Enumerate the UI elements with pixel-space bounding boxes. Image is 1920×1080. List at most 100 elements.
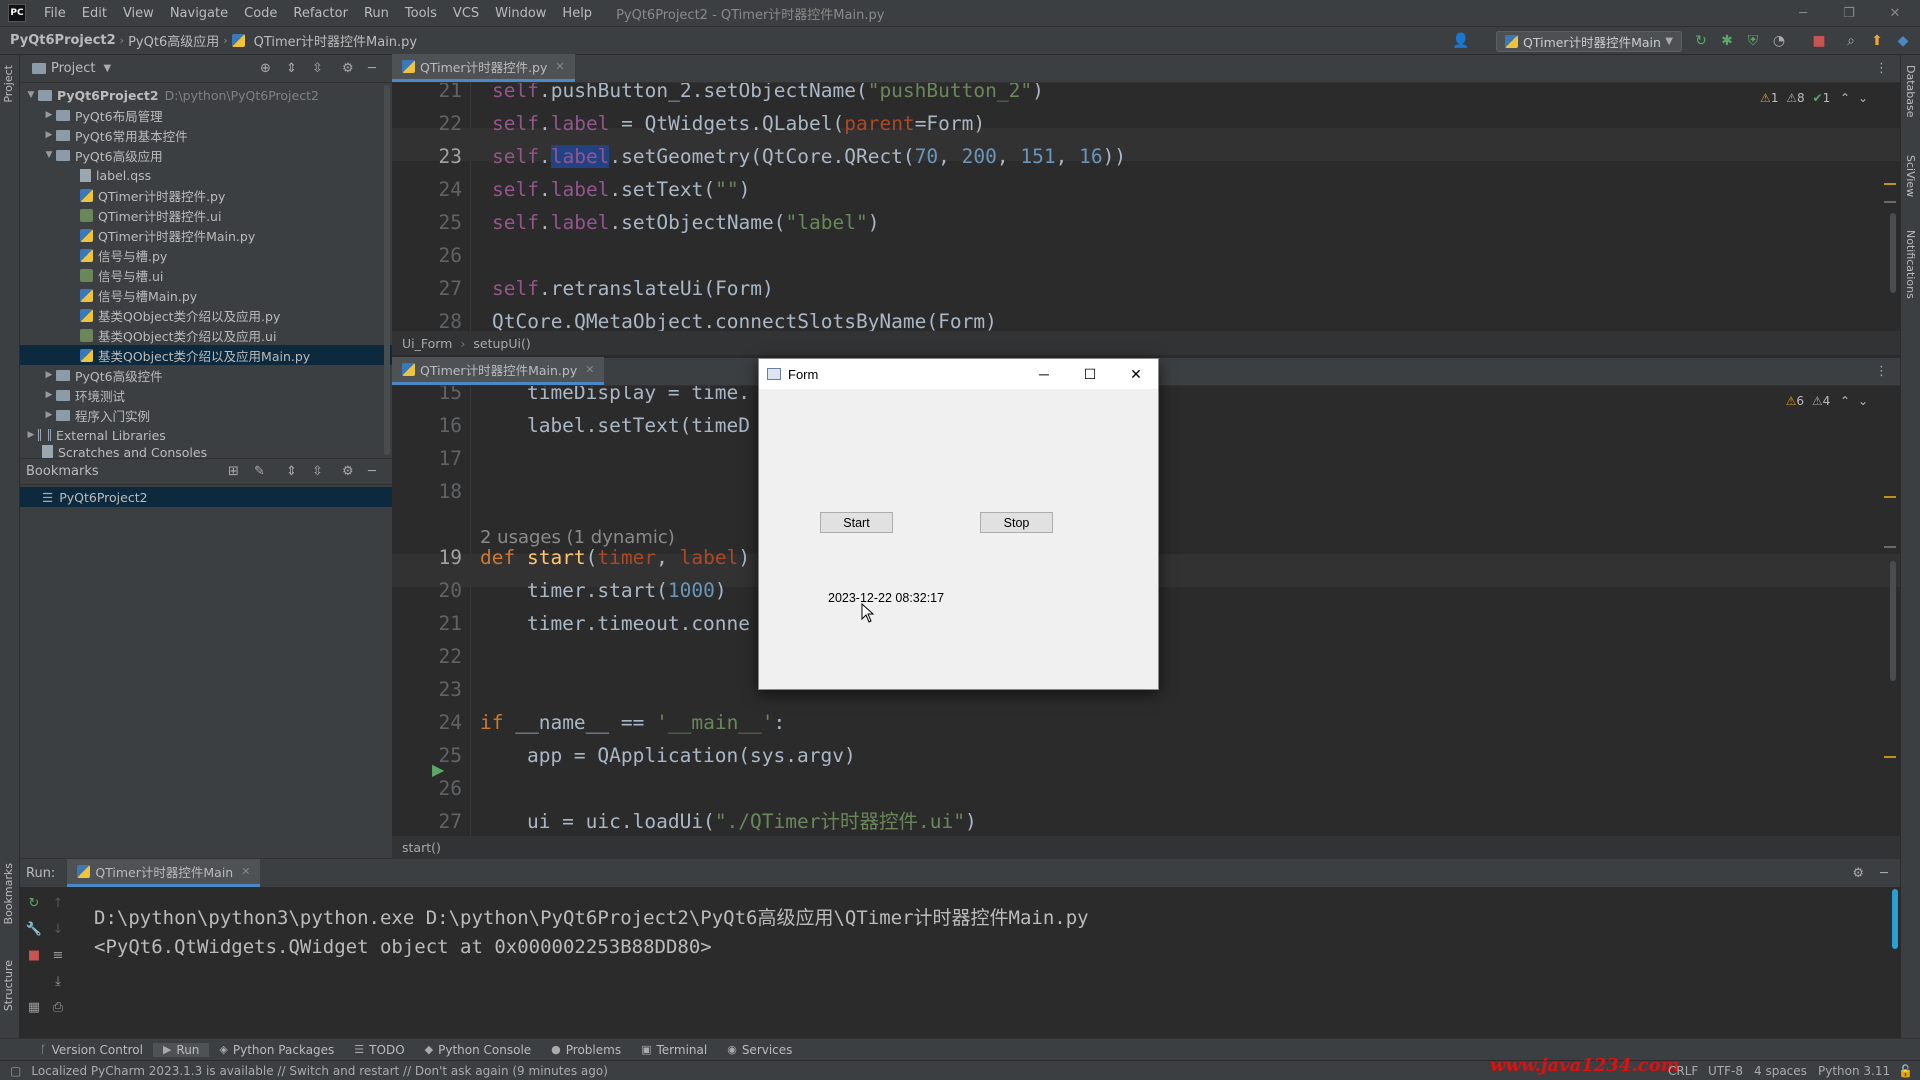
stop-icon[interactable]: ■ xyxy=(24,945,44,965)
tree-folder[interactable]: ▶ 环境测试 xyxy=(20,385,392,405)
code-line[interactable]: 24 self.label.setText("") xyxy=(392,173,1900,206)
code-line[interactable]: 24 if __name__ == '__main__': xyxy=(392,706,1900,739)
update-icon[interactable]: ⬆ xyxy=(1866,30,1888,52)
soft-wrap-icon[interactable]: ≡ xyxy=(48,945,68,965)
gear-icon[interactable]: ⚙ xyxy=(342,464,354,479)
debug-icon[interactable]: ✱ xyxy=(1716,30,1738,52)
minimize-icon[interactable]: ─ xyxy=(1780,0,1826,27)
tree-file[interactable]: QTimer计时器控件Main.py xyxy=(20,225,392,245)
run-tab[interactable]: QTimer计时器控件Main ✕ xyxy=(67,859,261,887)
inspection-widget[interactable]: ⚠1 ⚠8 ✔1 ⌃ ⌄ xyxy=(1760,91,1868,105)
scrollbar[interactable] xyxy=(1890,213,1896,293)
project-panel-title[interactable]: Project xyxy=(51,61,95,76)
code-line[interactable]: 21 self.pushButton_2.setObjectName("pushB… xyxy=(392,83,1900,107)
tool-tab-run[interactable]: ▶ Run xyxy=(152,1042,210,1057)
tree-root[interactable]: ▼ PyQt6Project2 D:\python\PyQt6Project2 xyxy=(20,85,392,105)
menu-file[interactable]: File xyxy=(36,0,74,27)
menu-run[interactable]: Run xyxy=(356,0,397,27)
hide-icon[interactable]: ─ xyxy=(1880,866,1888,881)
tool-tab-version-control[interactable]: ᚴ Version Control xyxy=(30,1043,153,1057)
gear-icon[interactable]: ⚙ xyxy=(342,61,354,76)
project-tool-tab[interactable]: Project xyxy=(2,65,15,103)
database-tool-tab[interactable]: Database xyxy=(1904,65,1917,118)
code-line[interactable]: 25 app = QApplication(sys.argv) xyxy=(392,739,1900,772)
tool-tab-terminal[interactable]: ▣ Terminal xyxy=(631,1043,717,1057)
breadcrumb-method[interactable]: setupUi() xyxy=(473,336,530,351)
code-line[interactable]: 27 self.retranslateUi(Form) xyxy=(392,272,1900,305)
scrollbar[interactable] xyxy=(384,85,390,455)
expand-all-icon[interactable]: ⇕ xyxy=(286,464,297,479)
tree-folder[interactable]: ▶ 程序入门实例 xyxy=(20,405,392,425)
tree-file[interactable]: 信号与槽Main.py xyxy=(20,285,392,305)
collapse-all-icon[interactable]: ⇳ xyxy=(312,61,323,76)
menu-view[interactable]: View xyxy=(115,0,162,27)
wrench-icon[interactable]: 🔧 xyxy=(24,919,44,939)
print-icon[interactable]: ⎙ xyxy=(48,997,68,1017)
collapse-all-icon[interactable]: ⇳ xyxy=(312,464,323,479)
more-icon[interactable]: ⋮ xyxy=(1875,61,1888,76)
form-titlebar[interactable]: Form ─ ☐ ✕ xyxy=(759,359,1158,389)
bookmarks-tool-tab[interactable]: Bookmarks xyxy=(2,863,15,924)
tree-folder[interactable]: ▼ PyQt6高级应用 xyxy=(20,145,392,165)
stop-button[interactable]: Stop xyxy=(980,512,1053,533)
start-button[interactable]: Start xyxy=(820,512,893,533)
code-area[interactable]: 21 self.pushButton_2.setObjectName("pushB… xyxy=(392,83,1900,331)
form-maximize-icon[interactable]: ☐ xyxy=(1067,359,1113,389)
coverage-icon[interactable]: ⛨ xyxy=(1742,30,1764,52)
menu-window[interactable]: Window xyxy=(487,0,554,27)
structure-tool-tab[interactable]: Structure xyxy=(2,960,15,1011)
scrollbar[interactable] xyxy=(1892,889,1898,949)
form-minimize-icon[interactable]: ─ xyxy=(1021,359,1067,389)
tool-tab-python-packages[interactable]: ◈ Python Packages xyxy=(209,1043,344,1057)
tree-file[interactable]: 基类QObject类介绍以及应用.ui xyxy=(20,325,392,345)
lock-icon[interactable]: 🔓 xyxy=(1898,1064,1913,1078)
tree-file[interactable]: 信号与槽.ui xyxy=(20,265,392,285)
tree-folder[interactable]: ▶ PyQt6布局管理 xyxy=(20,105,392,125)
breadcrumb-file[interactable]: QTimer计时器控件Main.py xyxy=(250,31,422,50)
run-configuration-selector[interactable]: QTimer计时器控件Main ▼ xyxy=(1496,31,1682,52)
search-icon[interactable]: ⌕ xyxy=(1840,30,1862,52)
close-tab-icon[interactable]: ✕ xyxy=(585,363,594,376)
breadcrumb-folder[interactable]: PyQt6高级应用 xyxy=(124,31,223,50)
tree-file[interactable]: label.qss xyxy=(20,165,392,185)
gear-icon[interactable]: ⚙ xyxy=(1852,866,1864,881)
edit-icon[interactable]: ✎ xyxy=(254,464,265,479)
profile-icon[interactable]: ◔ xyxy=(1768,30,1790,52)
sciview-tool-tab[interactable]: SciView xyxy=(1904,155,1917,197)
stop-icon[interactable]: ■ xyxy=(1808,30,1830,52)
notifications-tool-tab[interactable]: Notifications xyxy=(1904,230,1917,299)
tree-folder[interactable]: ▶ PyQt6高级控件 xyxy=(20,365,392,385)
tool-tab-problems[interactable]: ● Problems xyxy=(541,1043,631,1057)
editor-tab[interactable]: QTimer计时器控件.py ✕ xyxy=(392,54,575,82)
restore-icon[interactable]: ❐ xyxy=(1826,0,1872,27)
expand-all-icon[interactable]: ⇕ xyxy=(286,61,297,76)
close-tab-icon[interactable]: ✕ xyxy=(555,60,564,73)
tree-folder[interactable]: ▶ PyQt6常用基本控件 xyxy=(20,125,392,145)
code-line[interactable]: 25 self.label.setObjectName("label") xyxy=(392,206,1900,239)
indent-setting[interactable]: 4 spaces xyxy=(1754,1064,1807,1078)
code-line[interactable]: 26 xyxy=(392,772,1900,805)
rerun-icon[interactable]: ↻ xyxy=(24,893,44,913)
rerun-icon[interactable]: ↻ xyxy=(1690,30,1712,52)
tool-tab-todo[interactable]: ☰ TODO xyxy=(344,1043,414,1057)
code-line[interactable]: 26 xyxy=(392,239,1900,272)
tree-file[interactable]: QTimer计时器控件.py xyxy=(20,185,392,205)
tool-tab-services[interactable]: ◉ Services xyxy=(717,1043,802,1057)
breadcrumb-class[interactable]: Ui_Form xyxy=(402,336,452,351)
code-line[interactable]: 28 QtCore.QMetaObject.connectSlotsByName(… xyxy=(392,305,1900,331)
jetbrains-icon[interactable]: ◆ xyxy=(1892,30,1914,52)
line-separator[interactable]: CRLF xyxy=(1668,1064,1698,1078)
code-line[interactable]: 22 self.label = QtWidgets.QLabel(parent=F… xyxy=(392,107,1900,140)
arrow-up-icon[interactable]: ↑ xyxy=(48,893,68,913)
tree-file[interactable]: 信号与槽.py xyxy=(20,245,392,265)
add-bookmark-icon[interactable]: ⊞ xyxy=(228,464,239,479)
menu-help[interactable]: Help xyxy=(554,0,600,27)
tree-scratches[interactable]: Scratches and Consoles xyxy=(20,445,392,459)
editor-top[interactable]: QTimer计时器控件.py ✕ ⋮ 21 self.pushButton_2.s… xyxy=(392,54,1900,355)
tree-file-selected[interactable]: 基类QObject类介绍以及应用Main.py xyxy=(20,345,392,365)
arrow-down-icon[interactable]: ↓ xyxy=(48,919,68,939)
layout-icon[interactable]: ▦ xyxy=(24,997,44,1017)
code-line[interactable]: 27 ui = uic.loadUi("./QTimer计时器控件.ui") xyxy=(392,805,1900,836)
scroll-to-end-icon[interactable]: ⤓ xyxy=(48,971,68,991)
menu-code[interactable]: Code xyxy=(236,0,285,27)
